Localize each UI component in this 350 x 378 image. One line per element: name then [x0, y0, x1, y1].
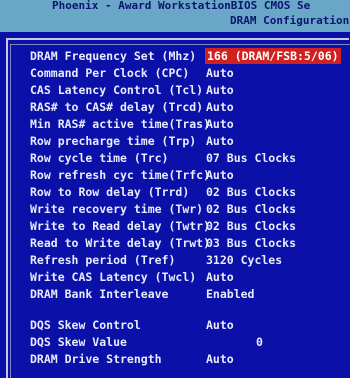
setting-label: DQS Skew Value	[30, 335, 127, 349]
page-title: DRAM Configuration	[230, 14, 350, 27]
setting-label: Row to Row delay (Trrd)	[30, 185, 190, 199]
setting-value[interactable]: Auto	[206, 99, 234, 115]
setting-label: Row precharge time (Trp)	[30, 134, 197, 148]
setting-label: Write to Read delay (Twtr)	[30, 219, 211, 233]
setting-label: DRAM Bank Interleave	[30, 287, 169, 301]
setting-value[interactable]: Auto	[206, 167, 234, 183]
setting-min-ras-active-time[interactable]: Min RAS# active time(Tras) Auto	[30, 116, 350, 132]
setting-label: Refresh period (Tref)	[30, 253, 176, 267]
setting-command-per-clock[interactable]: Command Per Clock (CPC) Auto	[30, 65, 350, 81]
setting-value[interactable]: Auto	[206, 65, 234, 81]
setting-value[interactable]: 02 Bus Clocks	[206, 201, 296, 217]
setting-refresh-period[interactable]: Refresh period (Tref) 3120 Cycles	[30, 252, 350, 268]
setting-dram-drive-strength[interactable]: DRAM Drive Strength Auto	[30, 351, 350, 367]
setting-value[interactable]: Auto	[206, 116, 234, 132]
setting-value[interactable]: Auto	[206, 133, 234, 149]
setting-write-to-read-delay[interactable]: Write to Read delay (Twtr) 02 Bus Clocks	[30, 218, 350, 234]
setting-label: RAS# to CAS# delay (Trcd)	[30, 100, 204, 114]
setting-value[interactable]: 02 Bus Clocks	[206, 218, 296, 234]
setting-label: Row refresh cyc time(Trfc)	[30, 168, 211, 182]
setting-label: Write CAS Latency (Twcl)	[30, 270, 197, 284]
setting-dqs-skew-value[interactable]: DQS Skew Value 0	[30, 334, 350, 350]
setting-cas-latency[interactable]: CAS Latency Control (Tcl) Auto	[30, 82, 350, 98]
setting-value[interactable]: Auto	[206, 351, 234, 367]
setting-label: CAS Latency Control (Tcl)	[30, 83, 204, 97]
setting-dram-frequency[interactable]: DRAM Frequency Set (Mhz) 166 (DRAM/FSB:5…	[30, 48, 350, 64]
setting-label: DRAM Drive Strength	[30, 352, 162, 366]
setting-value[interactable]: 0	[256, 334, 263, 350]
setting-label: DQS Skew Control	[30, 318, 141, 332]
setting-write-cas-latency[interactable]: Write CAS Latency (Twcl) Auto	[30, 269, 350, 285]
setting-row-to-row-delay[interactable]: Row to Row delay (Trrd) 02 Bus Clocks	[30, 184, 350, 200]
header-bar: Phoenix - Award WorkstationBIOS CMOS Se …	[0, 0, 350, 32]
setting-row-cycle-time[interactable]: Row cycle time (Trc) 07 Bus Clocks	[30, 150, 350, 166]
setting-value[interactable]: 02 Bus Clocks	[206, 184, 296, 200]
bios-title: Phoenix - Award WorkstationBIOS CMOS Se	[52, 0, 311, 12]
bios-screen: Phoenix - Award WorkstationBIOS CMOS Se …	[0, 0, 350, 378]
setting-value[interactable]: 3120 Cycles	[206, 252, 282, 268]
setting-value[interactable]: Auto	[206, 269, 234, 285]
setting-row-refresh-cyc-time[interactable]: Row refresh cyc time(Trfc) Auto	[30, 167, 350, 183]
setting-label: DRAM Frequency Set (Mhz)	[30, 49, 197, 63]
setting-value[interactable]: Enabled	[206, 286, 254, 302]
setting-value[interactable]: 166 (DRAM/FSB:5/06)	[205, 48, 341, 64]
setting-value[interactable]: 07 Bus Clocks	[206, 150, 296, 166]
setting-label: Row cycle time (Trc)	[30, 151, 169, 165]
setting-label: Read to Write delay (Trwt)	[30, 236, 211, 250]
setting-write-recovery-time[interactable]: Write recovery time (Twr) 02 Bus Clocks	[30, 201, 350, 217]
setting-label: Command Per Clock (CPC)	[30, 66, 190, 80]
setting-ras-to-cas-delay[interactable]: RAS# to CAS# delay (Trcd) Auto	[30, 99, 350, 115]
setting-value[interactable]: 03 Bus Clocks	[206, 235, 296, 251]
setting-value[interactable]: Auto	[206, 317, 234, 333]
setting-value[interactable]: Auto	[206, 82, 234, 98]
setting-label: Min RAS# active time(Tras)	[30, 117, 211, 131]
setting-dram-bank-interleave[interactable]: DRAM Bank Interleave Enabled	[30, 286, 350, 302]
setting-label: Write recovery time (Twr)	[30, 202, 204, 216]
setting-row-precharge-time[interactable]: Row precharge time (Trp) Auto	[30, 133, 350, 149]
setting-read-to-write-delay[interactable]: Read to Write delay (Trwt) 03 Bus Clocks	[30, 235, 350, 251]
setting-dqs-skew-control[interactable]: DQS Skew Control Auto	[30, 317, 350, 333]
